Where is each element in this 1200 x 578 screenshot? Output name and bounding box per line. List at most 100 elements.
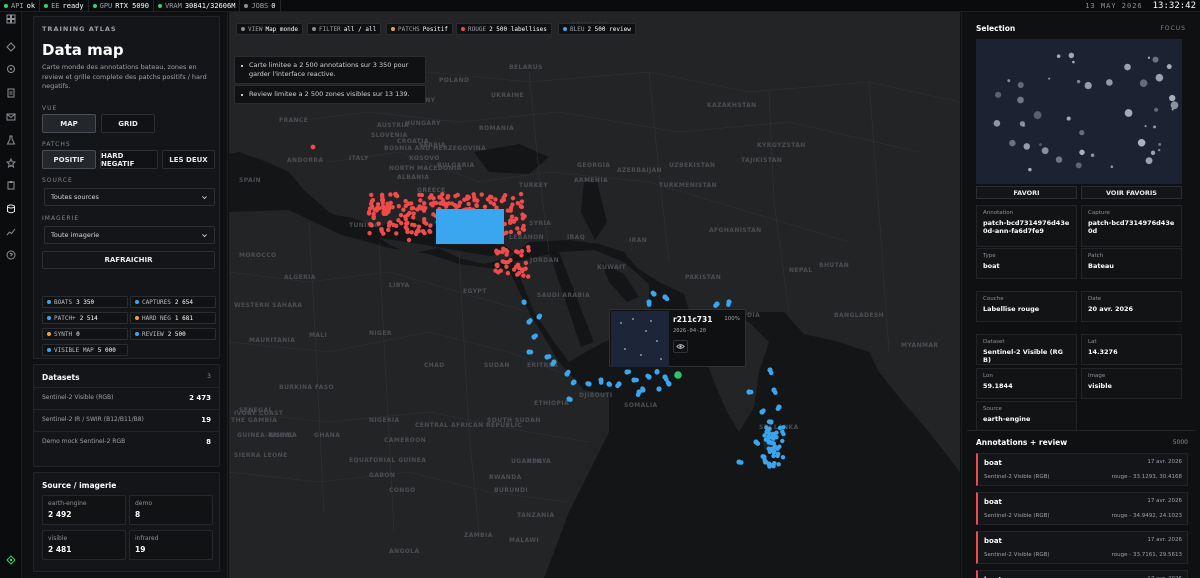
red-annotation-point[interactable] [411,211,416,216]
blue-review-point[interactable] [748,389,754,395]
red-annotation-point[interactable] [505,259,511,265]
logo-icon[interactable] [6,555,16,565]
red-annotation-point[interactable] [521,227,527,232]
blue-review-point[interactable] [654,369,660,374]
red-annotation-point[interactable] [526,244,531,250]
red-annotation-point[interactable] [418,198,423,203]
red-annotation-point[interactable] [440,191,445,197]
blue-review-point[interactable] [528,318,533,323]
red-annotation-point[interactable] [427,195,433,200]
blue-review-point[interactable] [713,303,718,308]
help-icon[interactable] [6,250,16,260]
blue-review-point[interactable] [766,419,772,425]
blue-review-point[interactable] [665,380,671,386]
red-annotation-point[interactable] [381,211,387,216]
voir-favoris-button[interactable]: VOIR FAVORIS [1081,186,1182,199]
red-annotation-point[interactable] [511,267,517,272]
blue-review-point[interactable] [726,302,731,307]
red-annotation-point[interactable] [431,212,436,217]
chip-view[interactable]: VIEW Map monde [236,23,303,35]
blue-review-point[interactable] [550,361,555,367]
refresh-button[interactable]: RAFRAICHIR [42,251,215,269]
red-annotation-point[interactable] [515,272,520,277]
red-annotation-point[interactable] [388,192,393,197]
blue-review-point[interactable] [615,383,620,389]
blue-review-point[interactable] [765,438,771,443]
blue-review-point[interactable] [635,392,641,398]
chip-patchs[interactable]: PATCHS Positif [386,23,453,35]
red-annotation-point[interactable] [518,191,524,197]
red-annotation-point[interactable] [500,259,505,264]
red-annotation-point[interactable] [501,195,506,200]
blue-review-point[interactable] [772,460,777,466]
blue-review-point[interactable] [767,464,772,469]
world-map[interactable]: DENMARKUNITED KINGDOMBELARUSPOLANDGERMAN… [229,12,960,578]
target-icon[interactable] [6,64,16,74]
red-annotation-point[interactable] [520,268,525,274]
red-annotation-point[interactable] [456,203,462,209]
red-annotation-point[interactable] [519,199,525,204]
red-annotation-point[interactable] [521,273,526,278]
patch-hard-negatif-button[interactable]: HARD NEGATIF [100,150,158,169]
red-annotation-point[interactable] [441,201,446,207]
blue-review-point[interactable] [771,453,776,459]
red-annotation-point[interactable] [369,199,375,204]
red-annotation-point[interactable] [445,195,450,200]
blue-review-point[interactable] [781,425,786,430]
blue-review-point[interactable] [598,380,604,385]
red-annotation-point[interactable] [388,200,393,206]
imagerie-select[interactable]: Toute imagerie [44,226,215,244]
red-annotation-point[interactable] [505,271,511,276]
blue-review-point[interactable] [646,302,652,307]
selected-point[interactable] [674,371,682,379]
blue-review-point[interactable] [775,406,781,412]
red-annotation-point[interactable] [375,202,381,207]
blue-review-point[interactable] [776,462,781,467]
blue-review-point[interactable] [566,369,571,375]
source-select[interactable]: Toutes sources [44,188,215,206]
blue-review-point[interactable] [768,370,774,376]
red-annotation-point[interactable] [427,228,432,234]
red-annotation-point[interactable] [518,203,524,209]
dataset-row[interactable]: Sentinel-2 Visible (RGB) 2 473 [34,387,219,407]
blue-review-point[interactable] [570,380,576,386]
blue-review-point[interactable] [656,386,662,392]
blue-review-point[interactable] [766,430,772,436]
red-annotation-point[interactable] [488,200,493,205]
red-annotation-point[interactable] [471,192,476,197]
annotation-item[interactable]: boat17 avr. 2026 [976,570,1188,578]
red-annotation-point[interactable] [386,227,391,233]
annotation-item[interactable]: boat 17 avr. 2026 Sentinel-2 Visible (RGB)… [976,531,1188,564]
red-annotation-point[interactable] [399,220,404,226]
blue-review-point[interactable] [528,349,534,355]
blue-review-point[interactable] [533,333,538,339]
chip-rouge[interactable]: ROUGE 2 500 labellises [456,23,552,35]
red-annotation-point[interactable] [398,212,404,218]
red-annotation-point[interactable] [510,195,516,201]
red-annotation-point[interactable] [493,197,498,202]
favori-button[interactable]: FAVORI [976,186,1077,199]
red-annotation-point[interactable] [371,214,376,219]
view-map-button[interactable]: MAP [42,114,96,133]
red-annotation-point[interactable] [409,230,414,235]
red-annotation-point[interactable] [369,192,374,198]
database-icon[interactable] [6,204,16,214]
blue-review-point[interactable] [763,459,769,465]
view-grid-button[interactable]: GRID [101,114,155,133]
red-annotation-point[interactable] [407,210,412,216]
red-annotation-point[interactable] [310,144,316,150]
red-annotation-point[interactable] [495,270,501,275]
point-popup[interactable]: r211c731 100% 2026-04-20 [609,309,746,367]
red-annotation-point[interactable] [419,192,425,198]
blue-review-point[interactable] [760,454,766,459]
blue-review-point[interactable] [780,438,785,444]
red-annotation-point[interactable] [394,223,399,229]
red-annotation-point[interactable] [479,192,484,197]
chip-filter[interactable]: FILTER all / all [307,23,382,35]
red-annotation-point[interactable] [374,205,380,211]
blue-review-point[interactable] [645,373,650,379]
red-annotation-point[interactable] [393,191,398,197]
blue-review-point[interactable] [522,300,527,305]
red-annotation-point[interactable] [406,237,412,243]
red-annotation-point[interactable] [511,219,517,224]
